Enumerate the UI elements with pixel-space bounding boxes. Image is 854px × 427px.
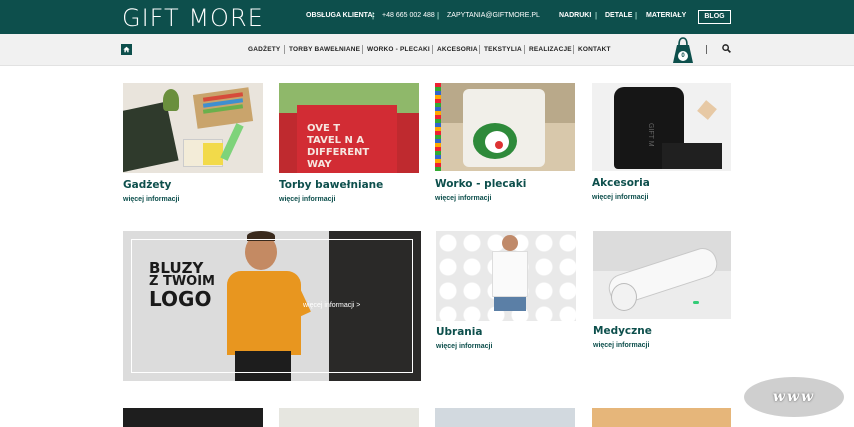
hero-more-info-link[interactable]: więcej informacji > <box>303 302 360 309</box>
home-button[interactable] <box>121 44 132 55</box>
materialy-link[interactable]: MATERIAŁY <box>646 12 686 19</box>
nav-worko-plecaki[interactable]: WORKO - PLECAKI <box>367 46 430 53</box>
category-image[interactable] <box>592 408 731 427</box>
torby-image[interactable]: OVE T TAVEL N A DIFFERENT WAY <box>279 83 419 173</box>
more-info-link[interactable]: więcej informacji <box>592 194 648 201</box>
www-badge[interactable]: www <box>744 377 844 417</box>
more-info-link[interactable]: więcej informacji <box>279 196 335 203</box>
detale-link[interactable]: DETALE <box>605 12 632 19</box>
separator: | <box>595 11 598 20</box>
nadruki-link[interactable]: NADRUKI <box>559 12 591 19</box>
category-title[interactable]: Torby bawełniane <box>279 179 383 191</box>
category-title[interactable]: Worko - plecaki <box>435 178 526 190</box>
hero-banner[interactable]: BLUZY Z TWOIM LOGO więcej informacji > <box>123 231 421 381</box>
more-info-link[interactable]: więcej informacji <box>123 196 179 203</box>
more-info-link[interactable]: więcej informacji <box>436 343 492 350</box>
site-logo[interactable]: GIFT MORE <box>122 4 264 32</box>
phone-link[interactable]: +48 665 002 488 <box>382 12 435 19</box>
customer-service-label: OBSŁUGA KLIENTA: <box>306 12 375 19</box>
nav-realizacje[interactable]: REALIZACJE <box>529 46 572 53</box>
nav-gadzety[interactable]: GADŻETY <box>248 46 280 53</box>
category-title[interactable]: Medyczne <box>593 325 652 337</box>
category-image[interactable] <box>123 408 263 427</box>
nav-kontakt[interactable]: KONTAKT <box>578 46 611 53</box>
more-info-link[interactable]: więcej informacji <box>593 342 649 349</box>
hero-frame <box>131 239 413 373</box>
separator: | <box>635 11 638 20</box>
akcesoria-image[interactable]: GIFT M <box>592 83 731 171</box>
nav-torby[interactable]: TORBY BAWEŁNIANE <box>289 46 360 53</box>
separator: | <box>372 11 375 20</box>
separator: | <box>437 11 440 20</box>
category-image[interactable] <box>435 408 575 427</box>
gadzety-image[interactable] <box>123 83 263 173</box>
category-title[interactable]: Akcesoria <box>592 177 650 189</box>
home-icon <box>123 46 130 53</box>
ubrania-image[interactable] <box>436 231 576 321</box>
more-info-link[interactable]: więcej informacji <box>435 195 491 202</box>
nav-akcesoria[interactable]: AKCESORIA <box>437 46 478 53</box>
medyczne-image[interactable] <box>593 231 731 319</box>
nav-divider <box>706 45 707 54</box>
category-title[interactable]: Gadżety <box>123 179 171 191</box>
top-bar: GIFT MORE OBSŁUGA KLIENTA: | +48 665 002… <box>0 0 854 34</box>
category-title[interactable]: Ubrania <box>436 326 482 338</box>
cart-count: 0 <box>678 51 688 61</box>
worko-image[interactable] <box>435 83 575 171</box>
category-image[interactable] <box>279 408 419 427</box>
blog-button[interactable]: BLOG <box>698 10 731 24</box>
email-link[interactable]: ZAPYTANIA@GIFTMORE.PL <box>447 12 540 19</box>
search-icon[interactable] <box>722 44 731 53</box>
nav-tekstylia[interactable]: TEKSTYLIA <box>484 46 522 53</box>
